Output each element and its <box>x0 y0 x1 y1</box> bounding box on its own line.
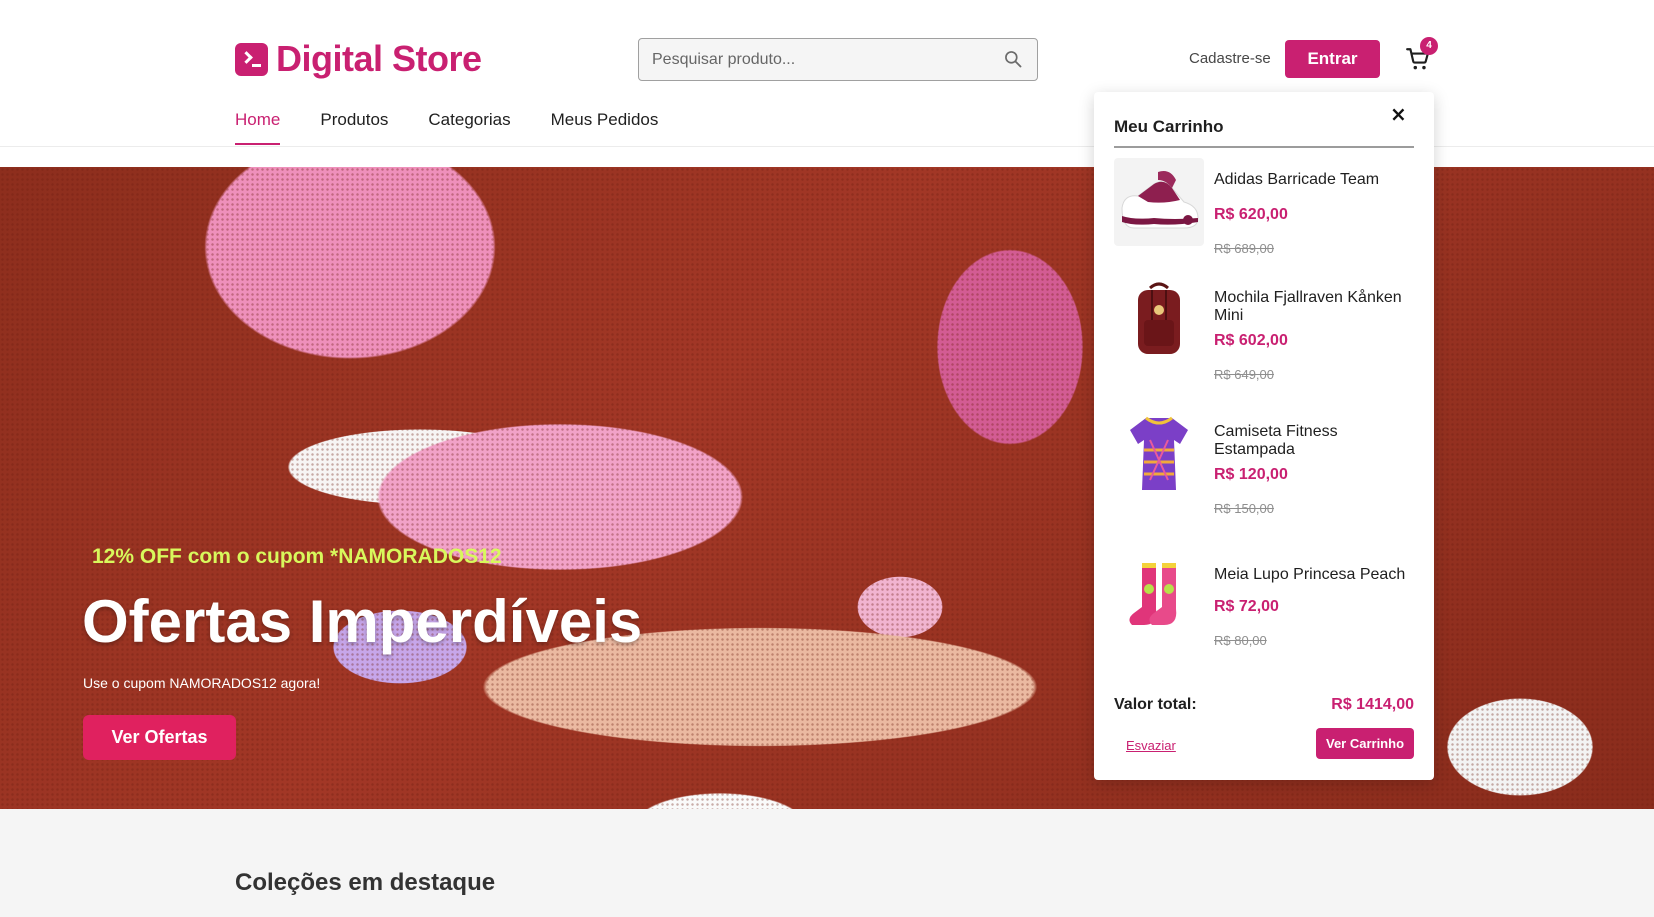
nav-item-produtos[interactable]: Produtos <box>320 110 388 130</box>
view-cart-button[interactable]: Ver Carrinho <box>1316 728 1414 759</box>
cart-item-price: R$ 72,00 <box>1214 598 1279 615</box>
cart-item-old-price: R$ 80,00 <box>1214 633 1267 648</box>
collections-title: Coleções em destaque <box>235 869 496 896</box>
product-thumbnail <box>1114 553 1204 641</box>
cart-item-name: Mochila Fjallraven Kånken Mini <box>1214 289 1402 324</box>
cart-item-name: Meia Lupo Princesa Peach <box>1214 566 1406 583</box>
cart-item-name: Camiseta Fitness Estampada <box>1214 423 1338 458</box>
hero-title: Ofertas Imperdíveis <box>82 588 643 655</box>
socks-icon <box>1129 563 1177 625</box>
signup-link[interactable]: Cadastre-se <box>1189 50 1271 67</box>
brand-name: Digital Store <box>276 38 482 79</box>
hero-subtitle: Use o cupom NAMORADOS12 agora! <box>83 675 321 691</box>
product-thumbnail <box>1114 158 1204 246</box>
close-icon[interactable]: × <box>1390 104 1407 124</box>
nav-item-meus-pedidos[interactable]: Meus Pedidos <box>551 110 659 130</box>
backpack-icon <box>1138 282 1180 354</box>
nav-item-categorias[interactable]: Categorias <box>428 110 510 130</box>
terminal-icon <box>235 42 268 76</box>
search-input[interactable] <box>639 39 989 80</box>
divider <box>1114 146 1414 148</box>
brand-logo[interactable]: Digital Store <box>235 38 482 80</box>
view-offers-button[interactable]: Ver Ofertas <box>83 715 236 760</box>
empty-cart-link[interactable]: Esvaziar <box>1126 738 1176 753</box>
nav-item-home[interactable]: Home <box>235 110 281 145</box>
tshirt-icon <box>1130 416 1188 490</box>
cart-item-price: R$ 620,00 <box>1214 206 1288 223</box>
cart-total-label: Valor total: <box>1114 696 1197 713</box>
cart-item-price: R$ 602,00 <box>1214 332 1288 349</box>
product-thumbnail <box>1114 410 1204 498</box>
cart-item-old-price: R$ 649,00 <box>1214 367 1274 382</box>
cart-item-price: R$ 120,00 <box>1214 466 1288 483</box>
cart-item-name: Adidas Barricade Team <box>1214 171 1380 188</box>
product-thumbnail <box>1114 276 1204 364</box>
sneaker-icon <box>1121 171 1199 229</box>
featured-collections: Coleções em destaque <box>0 809 1654 917</box>
cart-item-old-price: R$ 689,00 <box>1214 241 1274 256</box>
cart-total-value: R$ 1414,00 <box>1331 696 1414 713</box>
login-button[interactable]: Entrar <box>1285 40 1380 78</box>
search-box <box>638 38 1038 81</box>
cart-item-old-price: R$ 150,00 <box>1214 501 1274 516</box>
cart-dropdown: Meu Carrinho × Adidas Barricade Team R$ … <box>1094 92 1434 780</box>
cart-count-badge: 4 <box>1420 37 1438 55</box>
search-icon[interactable] <box>1003 49 1023 69</box>
cart-title: Meu Carrinho <box>1114 117 1224 136</box>
main-nav: Home Produtos Categorias Meus Pedidos <box>235 110 698 145</box>
hero-promo-text: 12% OFF com o cupom *NAMORADOS12 <box>92 545 502 568</box>
